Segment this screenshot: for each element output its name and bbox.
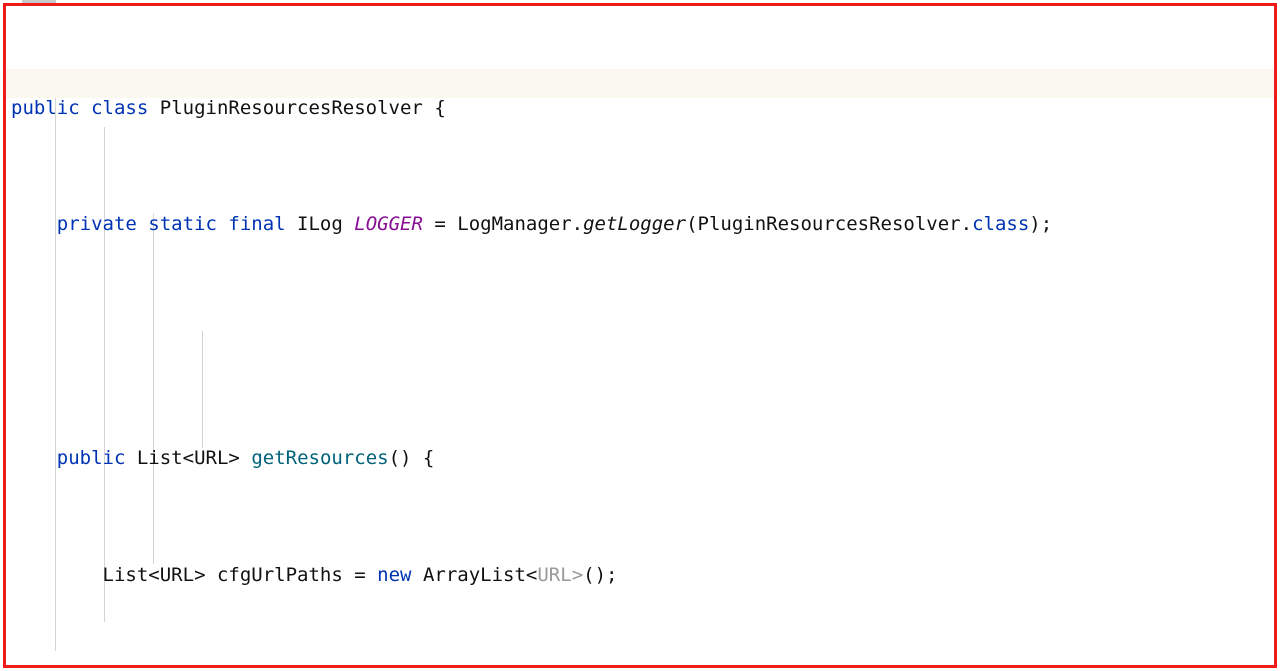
code-line-1[interactable]: public class PluginResourcesResolver { [6, 94, 1274, 123]
token-close-1: ); [1029, 213, 1053, 236]
token-method-getLogger: getLogger [583, 213, 687, 236]
token-type-ref-PluginResourcesResolver: PluginResourcesResolver [697, 213, 961, 236]
token-generic-close-2: > [194, 563, 206, 586]
token-generic-open-1: < [182, 447, 195, 469]
token-type-ArrayList: ArrayList [422, 563, 526, 586]
token-keyword-final: final [228, 213, 286, 236]
token-generic-open-3: < [525, 563, 538, 586]
token-equals: = [434, 213, 446, 236]
code-editor-surface[interactable]: public class PluginResourcesResolver { p… [6, 6, 1274, 665]
token-keyword-class: class [91, 96, 149, 119]
token-type-URL-1: URL [194, 447, 229, 469]
token-type-List: List [136, 447, 183, 469]
code-line-3-blank[interactable] [6, 327, 1274, 356]
code-content[interactable]: public class PluginResourcesResolver { p… [6, 6, 1274, 665]
token-field-LOGGER: LOGGER [354, 213, 423, 236]
token-generic-close-3: > [571, 563, 584, 586]
code-editor-highlight-frame: public class PluginResourcesResolver { p… [3, 3, 1277, 668]
token-keyword-private: private [56, 213, 137, 236]
token-equals-2: = [354, 563, 366, 586]
token-ident-LogManager: LogManager [457, 213, 572, 236]
token-type-List-2: List [102, 563, 149, 586]
token-type-PluginResourcesResolver: PluginResourcesResolver [159, 96, 423, 119]
token-type-ILog: ILog [297, 213, 343, 236]
token-type-URL-2: URL [159, 563, 195, 586]
token-type-URL-dimmed: URL [537, 563, 572, 586]
token-dot-2: . [960, 213, 973, 236]
token-close-3: (); [583, 563, 618, 586]
token-dot-1: . [571, 213, 584, 236]
token-keyword-new: new [377, 563, 412, 586]
token-keyword-static: static [148, 213, 217, 236]
token-close-2: () { [388, 447, 435, 469]
token-brace-open: { [434, 96, 446, 119]
token-keyword-class-literal: class [972, 213, 1030, 236]
token-keyword-public-2: public [56, 447, 126, 469]
token-generic-close-1: > [228, 447, 240, 469]
token-method-decl-getResources: getResources [251, 447, 389, 469]
token-var-cfgUrlPaths: cfgUrlPaths [216, 563, 343, 586]
token-paren-1: ( [686, 213, 698, 236]
token-keyword-public: public [11, 96, 80, 119]
token-generic-open-2: < [148, 563, 160, 586]
code-line-5[interactable]: List<URL> cfgUrlPaths = new ArrayList<UR… [6, 561, 1274, 590]
code-line-4[interactable]: public List<URL> getResources() { [6, 444, 1274, 473]
code-line-2[interactable]: private static final ILog LOGGER = LogMa… [6, 210, 1274, 239]
